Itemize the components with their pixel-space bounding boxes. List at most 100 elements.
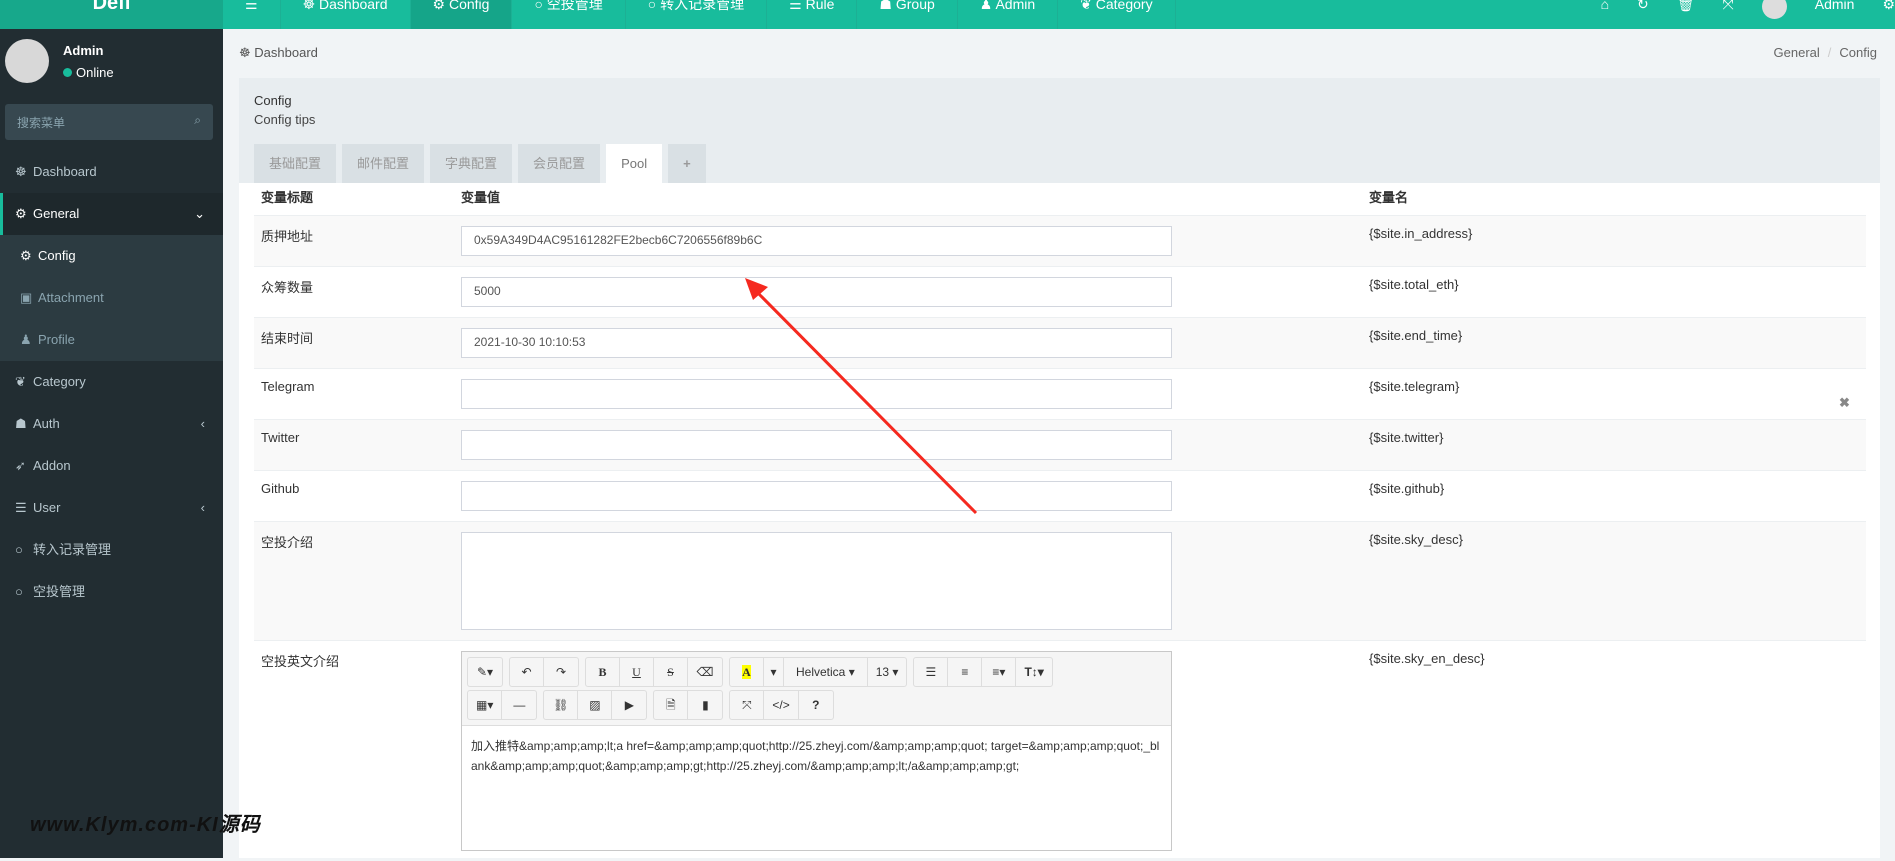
panel-title: Config bbox=[254, 93, 292, 108]
row-title: 众筹数量 bbox=[254, 265, 454, 317]
line-height-icon[interactable]: T↕▾ bbox=[1016, 658, 1051, 686]
font-family-select[interactable]: Helvetica ▾ bbox=[784, 657, 868, 686]
search-icon[interactable]: ⌕ bbox=[194, 113, 201, 128]
col-value: 变量值 bbox=[461, 189, 501, 205]
row-title: Github bbox=[254, 469, 454, 521]
video-icon[interactable]: ▶ bbox=[612, 691, 646, 719]
label: Profile bbox=[38, 332, 75, 347]
table-icon[interactable]: ▦▾ bbox=[468, 690, 503, 719]
sidebar-item-profile[interactable]: ♟ Profile bbox=[0, 319, 223, 361]
breadcrumb-left[interactable]: ☸ Dashboard bbox=[239, 45, 318, 61]
nav-tab-config[interactable]: ⚙ Config bbox=[410, 0, 513, 29]
fullscreen-icon[interactable]: ⤧ bbox=[1723, 0, 1734, 11]
telegram-input[interactable] bbox=[461, 378, 1172, 409]
user-menu[interactable]: Admin bbox=[1815, 0, 1855, 11]
sidebar-item-category[interactable]: ❦ Category bbox=[0, 361, 223, 403]
tab-basic[interactable]: 基础配置 bbox=[254, 144, 337, 183]
sidebar-item-auth[interactable]: ☗ Auth ‹ bbox=[0, 403, 223, 445]
delete-row-icon[interactable]: ✖ bbox=[1839, 395, 1850, 411]
row-var-name: {$site.in_address} bbox=[1362, 214, 1866, 266]
nav-tab-admin[interactable]: ♟ Admin bbox=[958, 0, 1059, 29]
sidebar-toggle-button[interactable]: ☰ bbox=[223, 0, 281, 29]
sidebar-item-dashboard[interactable]: ☸ Dashboard bbox=[0, 151, 223, 193]
nav-tab-category[interactable]: ❦ Category bbox=[1058, 0, 1176, 29]
watermark: www.Klym.com-KI源码 bbox=[30, 814, 261, 836]
user-status: Online bbox=[63, 65, 114, 80]
ordered-list-icon[interactable]: ≡ bbox=[948, 657, 983, 686]
nav-tab-rule[interactable]: ☰ Rule bbox=[767, 0, 858, 29]
trash-icon[interactable]: 🗑 bbox=[1677, 0, 1695, 11]
row-title: Twitter bbox=[254, 418, 454, 470]
total-eth-input[interactable]: 5000 bbox=[461, 276, 1172, 307]
refresh-icon[interactable]: ↻ bbox=[1637, 0, 1649, 11]
tab-member[interactable]: 会员配置 bbox=[518, 144, 601, 183]
horizontal-rule-icon[interactable]: — bbox=[502, 691, 536, 719]
editor-toolbar: ✎▾ ↶ ↷ B U S ⌫ A ▾ Helvetica ▾ 13 ▾ ☰ ≡ ≡▾ T↕▾ ▦▾ —… bbox=[462, 651, 1171, 726]
image-icon: ▣ bbox=[20, 290, 33, 305]
nav-tab-group[interactable]: ☗ Group bbox=[857, 0, 958, 29]
right-nav: ⌂ ↻ 🗑 ⤧ Admin ⚙ bbox=[1587, 0, 1895, 29]
fullscreen-icon[interactable]: ⤧ bbox=[730, 690, 765, 719]
code-view-icon[interactable]: </> bbox=[764, 690, 799, 719]
online-dot-icon bbox=[63, 68, 72, 77]
tab-dictionary[interactable]: 字典配置 bbox=[430, 144, 513, 183]
tab-add[interactable]: + bbox=[668, 144, 706, 183]
chevron-left-icon: ‹ bbox=[200, 500, 205, 515]
help-icon[interactable]: ? bbox=[799, 691, 833, 719]
sidebar-item-addon[interactable]: ➶ Addon bbox=[0, 445, 223, 487]
tab-pool[interactable]: Pool bbox=[606, 144, 663, 183]
sky-desc-textarea[interactable] bbox=[461, 531, 1172, 630]
breadcrumb-general[interactable]: General bbox=[1774, 45, 1820, 60]
sidebar-item-general[interactable]: ⚙ General ⌄ bbox=[0, 193, 223, 235]
end-time-input[interactable]: 2021-10-30 10:10:53 bbox=[461, 327, 1172, 358]
label: 转入记录管理 bbox=[33, 542, 112, 557]
nav-tab-airdrop[interactable]: ○ 空投管理 bbox=[512, 0, 626, 29]
menu-search-input[interactable]: 搜索菜单 ⌕ bbox=[5, 104, 213, 140]
rich-text-editor: ✎▾ ↶ ↷ B U S ⌫ A ▾ Helvetica ▾ 13 ▾ ☰ ≡ ≡▾ T↕▾ ▦▾ —… bbox=[461, 650, 1172, 851]
strikethrough-icon[interactable]: S bbox=[654, 657, 688, 686]
row-title: 空投英文介绍 bbox=[254, 639, 454, 861]
gear-icon[interactable]: ⚙ bbox=[1882, 0, 1895, 11]
text-color-icon[interactable]: A bbox=[730, 657, 764, 686]
twitter-input[interactable] bbox=[461, 429, 1172, 460]
logo[interactable]: Defi bbox=[0, 0, 223, 29]
row-title: 结束时间 bbox=[254, 316, 454, 368]
redo-icon[interactable]: ↷ bbox=[544, 658, 578, 686]
eraser-icon[interactable]: ⌫ bbox=[688, 658, 722, 686]
unordered-list-icon[interactable]: ☰ bbox=[914, 657, 949, 686]
nav-tab-transfer[interactable]: ○ 转入记录管理 bbox=[626, 0, 768, 29]
sidebar-item-config[interactable]: ⚙ Config bbox=[0, 235, 223, 277]
breadcrumb-separator: / bbox=[1827, 45, 1832, 60]
sidebar-item-attachment[interactable]: ▣ Attachment bbox=[0, 277, 223, 319]
undo-icon[interactable]: ↶ bbox=[510, 657, 544, 686]
table-row: 众筹数量 5000 {$site.total_eth} bbox=[254, 265, 1866, 317]
bold-icon[interactable]: B bbox=[586, 657, 620, 686]
user-icon: ♟ bbox=[20, 332, 32, 347]
underline-icon[interactable]: U bbox=[620, 657, 654, 686]
align-icon[interactable]: ≡▾ bbox=[982, 657, 1017, 686]
table-row: 空投介绍 {$site.sky_desc} bbox=[254, 520, 1866, 640]
editor-content[interactable]: 加入推特&amp;amp;amp;lt;a href=&amp;amp;amp;… bbox=[462, 726, 1171, 786]
home-icon[interactable]: ⌂ bbox=[1601, 0, 1609, 11]
user-name: Admin bbox=[63, 43, 104, 58]
font-size-select[interactable]: 13 ▾ bbox=[868, 658, 907, 686]
image-file-icon[interactable]: 🗎 bbox=[654, 690, 689, 719]
sidebar-item-airdrop[interactable]: ○ 空投管理 bbox=[0, 571, 223, 613]
link-icon[interactable]: ⛓ bbox=[544, 690, 579, 719]
picture-icon[interactable]: ▨ bbox=[578, 690, 613, 719]
github-input[interactable] bbox=[461, 480, 1172, 511]
avatar[interactable] bbox=[1761, 0, 1787, 19]
sidebar-item-transfer[interactable]: ○ 转入记录管理 bbox=[0, 529, 223, 571]
row-var-name: {$site.github} bbox=[1362, 469, 1866, 521]
nav-tab-dashboard[interactable]: ☸ Dashboard bbox=[281, 0, 411, 29]
in-address-input[interactable]: 0x59A349D4AC95161282FE2becb6C7206556f89b… bbox=[461, 225, 1172, 256]
label: 空投管理 bbox=[33, 584, 86, 599]
config-tabs: 基础配置 邮件配置 字典配置 会员配置 Pool + bbox=[254, 144, 712, 183]
tab-email[interactable]: 邮件配置 bbox=[342, 144, 425, 183]
file-icon[interactable]: ▮ bbox=[688, 691, 722, 719]
style-magic-icon[interactable]: ✎▾ bbox=[468, 658, 502, 686]
dashboard-icon: ☸ bbox=[239, 45, 255, 60]
color-dropdown-icon[interactable]: ▾ bbox=[764, 657, 784, 686]
sidebar-item-user[interactable]: ☰ User ‹ bbox=[0, 487, 223, 529]
row-var-name: {$site.total_eth} bbox=[1362, 265, 1866, 317]
